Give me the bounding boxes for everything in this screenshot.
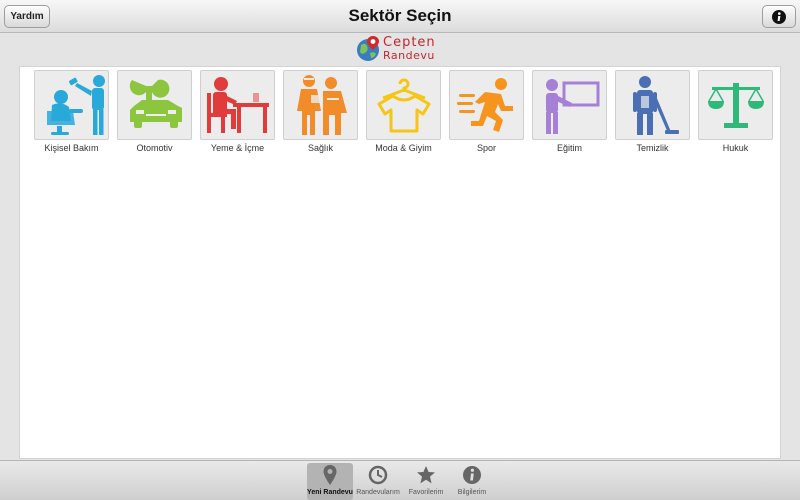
sector-grid: Kişisel Bakım Otomotiv Yeme & İçme Sağlı…	[30, 70, 777, 153]
shirt-hanger-icon	[377, 78, 430, 133]
info-button[interactable]	[762, 5, 796, 28]
clock-icon	[368, 465, 388, 485]
sector-panel: Kişisel Bakım Otomotiv Yeme & İçme Sağlı…	[19, 66, 781, 459]
info-icon	[463, 466, 481, 484]
sector-label: Sağlık	[307, 143, 333, 153]
tab-favorilerim[interactable]: Favorilerim	[403, 463, 449, 500]
page-title: Sektör Seçin	[348, 6, 452, 25]
runner-icon	[456, 78, 513, 132]
tab-label: Yeni Randevu	[307, 489, 353, 496]
sector-yeme-icme[interactable]: Yeme & İçme	[196, 70, 279, 153]
tab-randevularim[interactable]: Randevularım	[355, 463, 401, 500]
tab-label: Bilgilerim	[457, 489, 487, 496]
logo-text-line2: Randevu	[383, 49, 435, 62]
sector-label: Moda & Giyim	[375, 143, 432, 153]
sector-moda-giyim[interactable]: Moda & Giyim	[362, 70, 445, 153]
sector-tile[interactable]	[449, 70, 524, 140]
sector-label: Yeme & İçme	[210, 143, 265, 153]
sector-saglik[interactable]: Sağlık	[279, 70, 362, 153]
tab-bilgilerim[interactable]: Bilgilerim	[449, 463, 495, 500]
sector-tile[interactable]	[117, 70, 192, 140]
sector-tile[interactable]	[615, 70, 690, 140]
bottom-tab-bar: Yeni Randevu Randevularım Favorilerim Bi…	[0, 460, 800, 500]
tab-yeni-randevu[interactable]: Yeni Randevu	[307, 463, 353, 500]
sector-label: Temizlik	[636, 143, 669, 153]
top-navigation-bar: Yardım Sektör Seçin	[0, 0, 800, 33]
sector-label: Eğitim	[556, 143, 582, 153]
sector-temizlik[interactable]: Temizlik	[611, 70, 694, 153]
sector-hukuk[interactable]: Hukuk	[694, 70, 777, 153]
scales-icon	[707, 83, 764, 128]
app-logo: Cepten Randevu	[356, 35, 446, 65]
cleaner-icon	[632, 76, 679, 135]
logo-text-line1: Cepten	[383, 35, 436, 50]
help-button[interactable]: Yardım	[4, 5, 50, 28]
sector-kisisel-bakim[interactable]: Kişisel Bakım	[30, 70, 113, 153]
sector-label: Otomotiv	[136, 143, 173, 153]
sector-label: Spor	[476, 143, 496, 153]
sector-tile[interactable]	[283, 70, 358, 140]
location-pin-icon	[323, 465, 337, 485]
globe-pin-icon	[357, 36, 379, 61]
teacher-board-icon	[545, 79, 599, 134]
star-icon	[417, 466, 435, 484]
sector-tile[interactable]	[698, 70, 773, 140]
tab-label: Randevularım	[356, 489, 400, 496]
dining-icon	[206, 77, 269, 133]
sector-tile[interactable]	[34, 70, 109, 140]
sector-label: Kişisel Bakım	[44, 143, 99, 153]
tab-label: Favorilerim	[408, 489, 444, 496]
sector-label: Hukuk	[722, 143, 749, 153]
injured-people-icon	[296, 75, 347, 135]
sector-tile[interactable]	[200, 70, 275, 140]
info-icon	[772, 9, 786, 24]
sector-tile[interactable]	[532, 70, 607, 140]
car-wrench-icon	[129, 79, 182, 128]
sector-spor[interactable]: Spor	[445, 70, 528, 153]
sector-otomotiv[interactable]: Otomotiv	[113, 70, 196, 153]
hairdresser-icon	[46, 75, 105, 135]
sector-egitim[interactable]: Eğitim	[528, 70, 611, 153]
sector-tile[interactable]	[366, 70, 441, 140]
